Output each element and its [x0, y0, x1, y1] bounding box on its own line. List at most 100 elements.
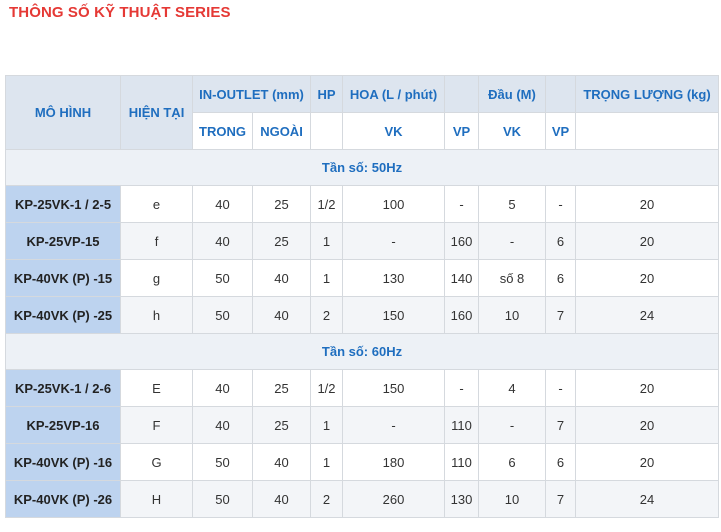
cell-head-vp: 7 — [545, 296, 576, 334]
page-title: THÔNG SỐ KỸ THUẬT SERIES — [9, 4, 231, 21]
header-head-vk: VK — [478, 112, 546, 150]
cell-current: H — [120, 480, 193, 518]
cell-head-vp: 6 — [545, 443, 576, 481]
cell-in: 50 — [192, 296, 253, 334]
cell-hp: 1 — [310, 222, 343, 260]
cell-hp: 1/2 — [310, 185, 343, 223]
header-current: HIỆN TẠI — [120, 75, 193, 150]
header-weight: TRỌNG LƯỢNG (kg) — [575, 75, 719, 113]
cell-head-vp: 7 — [545, 406, 576, 444]
table-row: KP-25VP-16 F 40 25 1-110-7 20 — [5, 406, 719, 444]
cell-flow-vp: 160 — [444, 296, 479, 334]
cell-hp: 1 — [310, 406, 343, 444]
cell-model: KP-25VK-1 / 2-5 — [5, 185, 121, 223]
cell-head-vk: - — [478, 406, 546, 444]
cell-in: 40 — [192, 369, 253, 407]
cell-model: KP-40VK (P) -25 — [5, 296, 121, 334]
cell-current: G — [120, 443, 193, 481]
cell-flow-vp: 110 — [444, 406, 479, 444]
cell-weight: 20 — [575, 406, 719, 444]
cell-flow-vk: 100 — [342, 185, 445, 223]
header-flow-vk: VK — [342, 112, 445, 150]
header-flow: HOA (L / phút) — [342, 75, 445, 113]
cell-current: f — [120, 222, 193, 260]
frequency-section-label: Tần số: 60Hz — [5, 333, 719, 370]
cell-weight: 24 — [575, 480, 719, 518]
header-ngoai: NGOÀI — [252, 112, 311, 150]
cell-hp: 1 — [310, 443, 343, 481]
header-model: MÔ HÌNH — [5, 75, 121, 150]
cell-flow-vp: - — [444, 369, 479, 407]
header-blank-2 — [545, 75, 576, 113]
cell-head-vk: 10 — [478, 480, 546, 518]
cell-flow-vk: - — [342, 222, 445, 260]
header-inout: IN-OUTLET (mm) — [192, 75, 311, 113]
cell-hp: 1/2 — [310, 369, 343, 407]
table-row: KP-40VK (P) -15 g 50 40 1 130 140 số 8 6 20 — [5, 259, 719, 297]
cell-flow-vp: 110 — [444, 443, 479, 481]
header-blank — [444, 75, 479, 113]
cell-out: 40 — [252, 480, 311, 518]
cell-head-vp: 6 — [545, 222, 576, 260]
cell-current: h — [120, 296, 193, 334]
cell-in: 50 — [192, 443, 253, 481]
cell-model: KP-25VP-16 — [5, 406, 121, 444]
cell-out: 40 — [252, 296, 311, 334]
cell-out: 25 — [252, 369, 311, 407]
table-row: KP-40VK (P) -25 h 50 40 2 150 160 10 7 24 — [5, 296, 719, 334]
cell-flow-vp: 160 — [444, 222, 479, 260]
cell-flow-vk: 130 — [342, 259, 445, 297]
cell-flow-vk: 180 — [342, 443, 445, 481]
table-row: KP-25VP-15 f 40 25 1-160-6 20 — [5, 222, 719, 260]
header-trong: TRONG — [192, 112, 253, 150]
cell-in: 40 — [192, 406, 253, 444]
cell-flow-vp: 130 — [444, 480, 479, 518]
header-weight-sub — [575, 112, 719, 150]
cell-model: KP-40VK (P) -16 — [5, 443, 121, 481]
cell-model: KP-25VK-1 / 2-6 — [5, 369, 121, 407]
cell-weight: 20 — [575, 443, 719, 481]
header-head-vp: VP — [545, 112, 576, 150]
cell-head-vk: 4 — [478, 369, 546, 407]
cell-head-vp: - — [545, 369, 576, 407]
cell-flow-vk: 260 — [342, 480, 445, 518]
cell-current: F — [120, 406, 193, 444]
header-head: Đầu (M) — [478, 75, 546, 113]
cell-flow-vp: - — [444, 185, 479, 223]
cell-current: E — [120, 369, 193, 407]
cell-head-vk: 6 — [478, 443, 546, 481]
cell-head-vp: 6 — [545, 259, 576, 297]
cell-model: KP-25VP-15 — [5, 222, 121, 260]
cell-out: 25 — [252, 222, 311, 260]
cell-flow-vk: 150 — [342, 369, 445, 407]
cell-in: 50 — [192, 480, 253, 518]
spec-table-body: Tần số: 50Hz KP-25VK-1 / 2-5 e 40 25 1/2 100-5… — [5, 149, 719, 518]
cell-in: 40 — [192, 185, 253, 223]
cell-hp: 2 — [310, 296, 343, 334]
cell-head-vp: - — [545, 185, 576, 223]
cell-in: 40 — [192, 222, 253, 260]
cell-weight: 24 — [575, 296, 719, 334]
cell-head-vk: - — [478, 222, 546, 260]
spec-table: MÔ HÌNH HIỆN TẠI IN-OUTLET (mm) HP HOA (… — [5, 75, 719, 518]
table-row: KP-25VK-1 / 2-5 e 40 25 1/2 100-5-20 — [5, 185, 719, 223]
header-hp: HP — [310, 75, 343, 113]
cell-out: 25 — [252, 406, 311, 444]
cell-out: 40 — [252, 259, 311, 297]
cell-weight: 20 — [575, 369, 719, 407]
table-row: KP-25VK-1 / 2-6 E 40 25 1/2 150-4-20 — [5, 369, 719, 407]
table-row: KP-40VK (P) -26 H 50 40 2 260 130 10 7 24 — [5, 480, 719, 518]
cell-weight: 20 — [575, 222, 719, 260]
cell-weight: 20 — [575, 259, 719, 297]
cell-current: e — [120, 185, 193, 223]
cell-head-vp: 7 — [545, 480, 576, 518]
cell-flow-vp: 140 — [444, 259, 479, 297]
header-flow-vp: VP — [444, 112, 479, 150]
cell-flow-vk: 150 — [342, 296, 445, 334]
cell-head-vk: số 8 — [478, 259, 546, 297]
cell-hp: 1 — [310, 259, 343, 297]
header-hp-sub — [310, 112, 343, 150]
cell-model: KP-40VK (P) -15 — [5, 259, 121, 297]
cell-out: 40 — [252, 443, 311, 481]
cell-in: 50 — [192, 259, 253, 297]
